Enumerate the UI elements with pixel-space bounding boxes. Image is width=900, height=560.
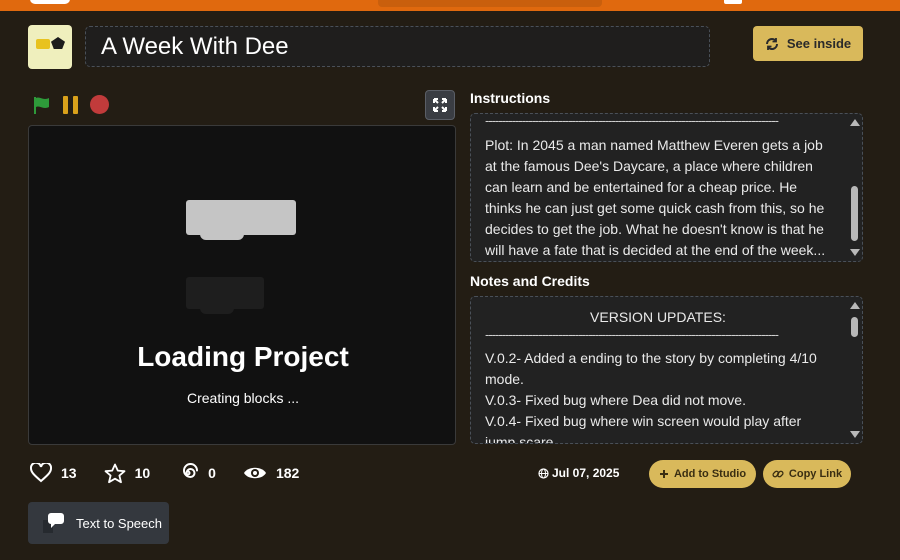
favorite-count: 10 — [134, 465, 151, 481]
copy-link-label: Copy Link — [788, 468, 843, 480]
add-to-studio-button[interactable]: Add to Studio — [649, 460, 756, 488]
scroll-down-icon[interactable] — [850, 431, 860, 438]
remix-icon — [765, 37, 778, 50]
notes-line: V.0.4- Fixed bug where win screen would … — [485, 413, 802, 444]
project-title: A Week With Dee — [101, 32, 289, 60]
see-inside-button[interactable]: See inside — [753, 26, 863, 61]
copy-link-button[interactable]: Copy Link — [763, 460, 851, 488]
site-logo[interactable] — [30, 0, 70, 4]
stop-icon[interactable] — [90, 95, 109, 114]
speech-bubble-icon — [43, 513, 64, 533]
instructions-panel[interactable]: ----------------------------------------… — [470, 113, 863, 262]
remix-stat[interactable]: 0 — [177, 462, 216, 484]
loading-block-notch-dim — [200, 308, 234, 314]
fullscreen-icon — [433, 98, 447, 112]
top-nav-bar — [0, 0, 900, 11]
share-date: Jul 07, 2025 — [538, 466, 619, 480]
scroll-up-icon[interactable] — [850, 119, 860, 126]
divider: ----------------------------------------… — [485, 118, 779, 128]
project-stage[interactable]: Loading Project Creating blocks ... — [28, 125, 456, 445]
scroll-thumb[interactable] — [851, 186, 858, 241]
project-title-field[interactable]: A Week With Dee — [85, 26, 710, 67]
see-inside-label: See inside — [786, 36, 852, 51]
loading-block-notch — [200, 234, 244, 240]
notes-line: V.0.3- Fixed bug where Dea did not move. — [485, 392, 746, 408]
instructions-text: Plot: In 2045 a man named Matthew Everen… — [485, 137, 826, 258]
text-to-speech-button[interactable]: Text to Speech — [28, 502, 169, 544]
notes-panel[interactable]: VERSION UPDATES: -----------------------… — [470, 296, 863, 444]
loading-title: Loading Project — [137, 341, 349, 372]
star-icon — [104, 463, 125, 483]
fullscreen-button[interactable] — [425, 90, 455, 120]
green-flag-icon[interactable] — [32, 96, 50, 114]
loading-block-graphic-dim — [186, 277, 264, 309]
loading-subtitle: Creating blocks ... — [186, 390, 300, 406]
notes-heading: Notes and Credits — [470, 273, 590, 289]
loading-block-graphic — [186, 200, 296, 235]
view-count: 182 — [275, 465, 300, 481]
scroll-thumb[interactable] — [851, 317, 858, 337]
search-bar[interactable] — [378, 0, 602, 7]
text-to-speech-label: Text to Speech — [76, 515, 162, 531]
instructions-heading: Instructions — [470, 90, 551, 106]
heart-icon — [30, 463, 52, 483]
version-updates-heading: VERSION UPDATES: — [590, 309, 726, 325]
add-to-studio-label: Add to Studio — [673, 468, 747, 480]
notes-scrollbar[interactable] — [846, 297, 862, 443]
eye-icon — [243, 467, 266, 479]
instructions-scrollbar[interactable] — [846, 114, 862, 261]
pause-icon[interactable] — [61, 95, 79, 114]
link-icon — [772, 470, 784, 478]
spiral-icon — [183, 463, 199, 479]
divider: ----------------------------------------… — [485, 332, 779, 342]
love-stat[interactable]: 13 — [30, 463, 77, 483]
project-stats: 13 10 0 182 — [30, 462, 326, 484]
share-date-text: Jul 07, 2025 — [552, 466, 620, 480]
notes-line: V.0.2- Added a ending to the story by co… — [485, 350, 817, 387]
view-stat: 182 — [243, 465, 299, 481]
plus-icon — [659, 470, 668, 478]
love-count: 13 — [61, 465, 77, 481]
project-thumbnail[interactable] — [28, 25, 72, 69]
scroll-up-icon[interactable] — [850, 302, 860, 309]
favorite-stat[interactable]: 10 — [104, 463, 151, 484]
scroll-down-icon[interactable] — [850, 249, 860, 256]
nav-menu-icon[interactable] — [724, 0, 742, 4]
globe-icon — [538, 467, 549, 479]
remix-count: 0 — [208, 465, 216, 481]
player-controls — [32, 95, 109, 114]
